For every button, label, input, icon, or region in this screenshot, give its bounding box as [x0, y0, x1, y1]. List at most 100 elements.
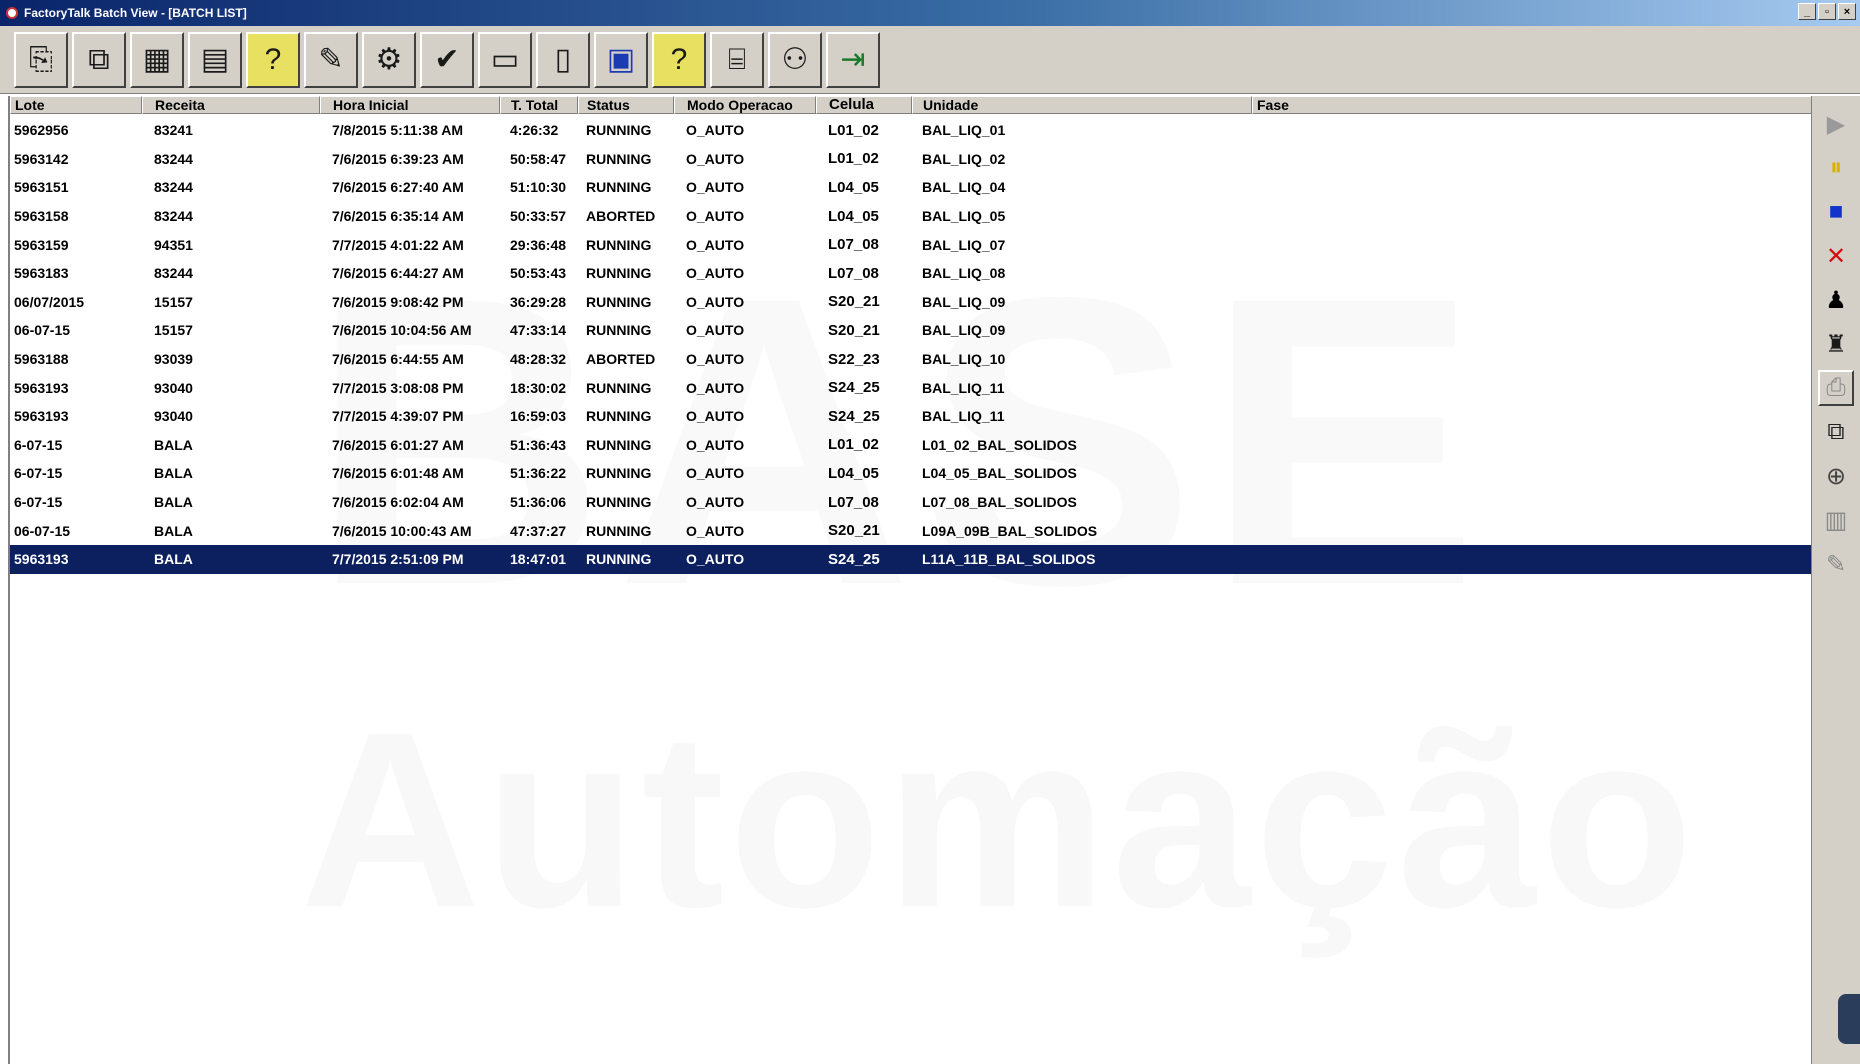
cell-modo: O_AUTO	[686, 322, 745, 339]
cell-status: RUNNING	[586, 379, 652, 396]
table-row[interactable]: 5963151 83244 7/6/2015 6:27:40 AM 51:10:30 R…	[10, 173, 1813, 202]
header-hora-inicial[interactable]: Hora Inicial	[320, 96, 500, 114]
cell-modo: O_AUTO	[686, 494, 745, 511]
sidebar-button-sign[interactable]: ✎	[1818, 546, 1854, 582]
cell-celula: L07_08	[828, 264, 879, 282]
cell-total: 36:29:28	[510, 293, 567, 310]
minimize-button[interactable]: _	[1798, 3, 1816, 20]
sidebar-button-hold[interactable]: ⏸	[1818, 150, 1854, 186]
table-row[interactable]: 5963159 94351 7/7/2015 4:01:22 AM 29:36:48 R…	[10, 230, 1813, 259]
cell-lote: 5963188	[14, 351, 69, 368]
table-row[interactable]: 5963193 BALA 7/7/2015 2:51:09 PM 18:47:01 RU…	[10, 544, 1813, 574]
toolbar-button-operator-station[interactable]: ▣	[594, 31, 648, 88]
table-row[interactable]: 6-07-15 BALA 7/6/2015 6:01:48 AM 51:36:22 RU…	[10, 459, 1813, 488]
cell-unidade: BAL_LIQ_09	[922, 322, 1006, 339]
table-row[interactable]: 5963193 93040 7/7/2015 3:08:08 PM 18:30:02 R…	[10, 373, 1813, 402]
cell-status: RUNNING	[586, 551, 652, 568]
cell-unidade: L07_08_BAL_SOLIDOS	[922, 494, 1077, 511]
toolbar-button-document[interactable]: ▤	[188, 31, 242, 88]
cell-celula: S24_25	[828, 379, 880, 397]
table-row[interactable]: 6-07-15 BALA 7/6/2015 6:02:04 AM 51:36:06 RU…	[10, 488, 1813, 517]
cell-lote: 5963159	[14, 236, 69, 253]
toolbar-button-help[interactable]: ?	[652, 31, 706, 88]
header-t-total[interactable]: T. Total	[500, 96, 578, 114]
cell-modo: O_AUTO	[686, 408, 745, 425]
cell-hora: 7/8/2015 5:11:38 AM	[332, 122, 464, 139]
batch-rows: 5962956 83241 7/8/2015 5:11:38 AM 4:26:32 RU…	[10, 116, 1813, 574]
sidebar-button-station[interactable]: ♜	[1818, 326, 1854, 362]
sidebar-button-trash[interactable]: ▥	[1818, 502, 1854, 538]
cell-lote: 06/07/2015	[14, 293, 85, 310]
cell-lote: 6-07-15	[14, 436, 63, 453]
restore-button[interactable]: ▫	[1818, 3, 1836, 20]
cell-status: RUNNING	[586, 436, 652, 453]
cell-status: RUNNING	[586, 122, 652, 139]
cell-unidade: BAL_LIQ_04	[922, 179, 1006, 196]
table-row[interactable]: 5963142 83244 7/6/2015 6:39:23 AM 50:58:47 R…	[10, 145, 1813, 174]
toolbar-button-event-journal[interactable]: ▭	[478, 31, 532, 88]
cell-total: 29:36:48	[510, 236, 567, 253]
sidebar-button-play[interactable]: ▶	[1818, 106, 1854, 142]
cell-lote: 5963158	[14, 208, 69, 225]
cell-celula: S20_21	[828, 522, 880, 540]
header-unidade[interactable]: Unidade	[912, 96, 1252, 114]
header-modo-operacao[interactable]: Modo Operacao	[674, 96, 816, 114]
header-status[interactable]: Status	[578, 96, 674, 114]
document-icon: ▤	[200, 43, 230, 76]
table-row[interactable]: 6-07-15 BALA 7/6/2015 6:01:27 AM 51:36:43 RU…	[10, 431, 1813, 460]
cell-celula: L04_05	[828, 207, 879, 225]
table-row[interactable]: 06-07-15 15157 7/6/2015 10:04:56 AM 47:33:1…	[10, 316, 1813, 345]
table-row[interactable]: 5962956 83241 7/8/2015 5:11:38 AM 4:26:32 RU…	[10, 116, 1813, 145]
cell-modo: O_AUTO	[686, 150, 745, 167]
phase-control-icon: ⚙	[375, 43, 403, 76]
toolbar-button-signature[interactable]: ✔	[420, 31, 474, 88]
toolbar-button-prompt[interactable]: ?	[246, 31, 300, 88]
toolbar-button-hierarchy[interactable]: ⧉	[72, 31, 126, 88]
abort-icon: ✕	[1825, 242, 1847, 270]
exit-icon: ⇥	[840, 43, 866, 76]
header-celula[interactable]: Celula	[816, 96, 912, 114]
table-row[interactable]: 5963158 83244 7/6/2015 6:35:14 AM 50:33:57 A…	[10, 202, 1813, 231]
header-lote[interactable]: Lote	[10, 96, 142, 114]
cell-receita: 83244	[154, 208, 193, 225]
toolbar-button-exit[interactable]: ⇥	[826, 31, 880, 88]
cell-unidade: BAL_LIQ_01	[922, 122, 1006, 139]
cell-celula: L07_08	[828, 493, 879, 511]
tray-handle[interactable]	[1838, 994, 1860, 1044]
cell-celula: S24_25	[828, 550, 880, 568]
toolbar-button-alarm-list[interactable]: ▯	[536, 31, 590, 88]
toolbar-button-user-login[interactable]: ⚇	[768, 31, 822, 88]
toolbar-button-grid-view[interactable]: ▦	[130, 31, 184, 88]
toolbar-button-phase-control[interactable]: ⚙	[362, 31, 416, 88]
cell-receita: 83241	[154, 122, 193, 139]
sidebar-button-stop[interactable]: ■	[1818, 194, 1854, 230]
cell-unidade: BAL_LIQ_08	[922, 265, 1006, 282]
sidebar-button-abort[interactable]: ✕	[1818, 238, 1854, 274]
cell-lote: 5963193	[14, 379, 69, 396]
cell-total: 16:59:03	[510, 408, 567, 425]
table-row[interactable]: 06-07-15 BALA 7/6/2015 10:00:43 AM 47:37:27…	[10, 516, 1813, 545]
cell-hora: 7/6/2015 6:01:27 AM	[332, 436, 464, 453]
table-row[interactable]: 5963193 93040 7/7/2015 4:39:07 PM 16:59:03 R…	[10, 402, 1813, 431]
toolbar-button-edit[interactable]: ✎	[304, 31, 358, 88]
cell-hora: 7/6/2015 6:44:27 AM	[332, 265, 464, 282]
table-row[interactable]: 5963188 93039 7/6/2015 6:44:55 AM 48:28:32 A…	[10, 345, 1813, 374]
header-receita[interactable]: Receita	[142, 96, 320, 114]
cell-unidade: BAL_LIQ_11	[922, 379, 1005, 396]
cell-total: 51:36:43	[510, 436, 567, 453]
close-button[interactable]: ×	[1838, 3, 1856, 20]
sidebar-button-operator[interactable]: ♟	[1818, 282, 1854, 318]
table-row[interactable]: 06/07/2015 15157 7/6/2015 9:08:42 PM 36:29:…	[10, 288, 1813, 317]
table-row[interactable]: 5963183 83244 7/6/2015 6:44:27 AM 50:53:43 R…	[10, 259, 1813, 288]
cell-status: RUNNING	[586, 465, 652, 482]
toolbar-button-equipment[interactable]: ⌸	[710, 31, 764, 88]
batch-list-icon: ⎘	[29, 42, 53, 76]
header-fase[interactable]: Fase	[1252, 96, 1813, 114]
cell-receita: 15157	[154, 322, 193, 339]
sidebar-button-copy[interactable]: ⧉	[1818, 414, 1854, 450]
cell-modo: O_AUTO	[686, 208, 745, 225]
sidebar-button-batch-add[interactable]: ⊕	[1818, 458, 1854, 494]
cell-celula: L01_02	[828, 150, 879, 168]
sidebar-button-printer[interactable]: ⎙	[1818, 370, 1854, 406]
toolbar-button-batch-list[interactable]: ⎘	[14, 31, 68, 88]
